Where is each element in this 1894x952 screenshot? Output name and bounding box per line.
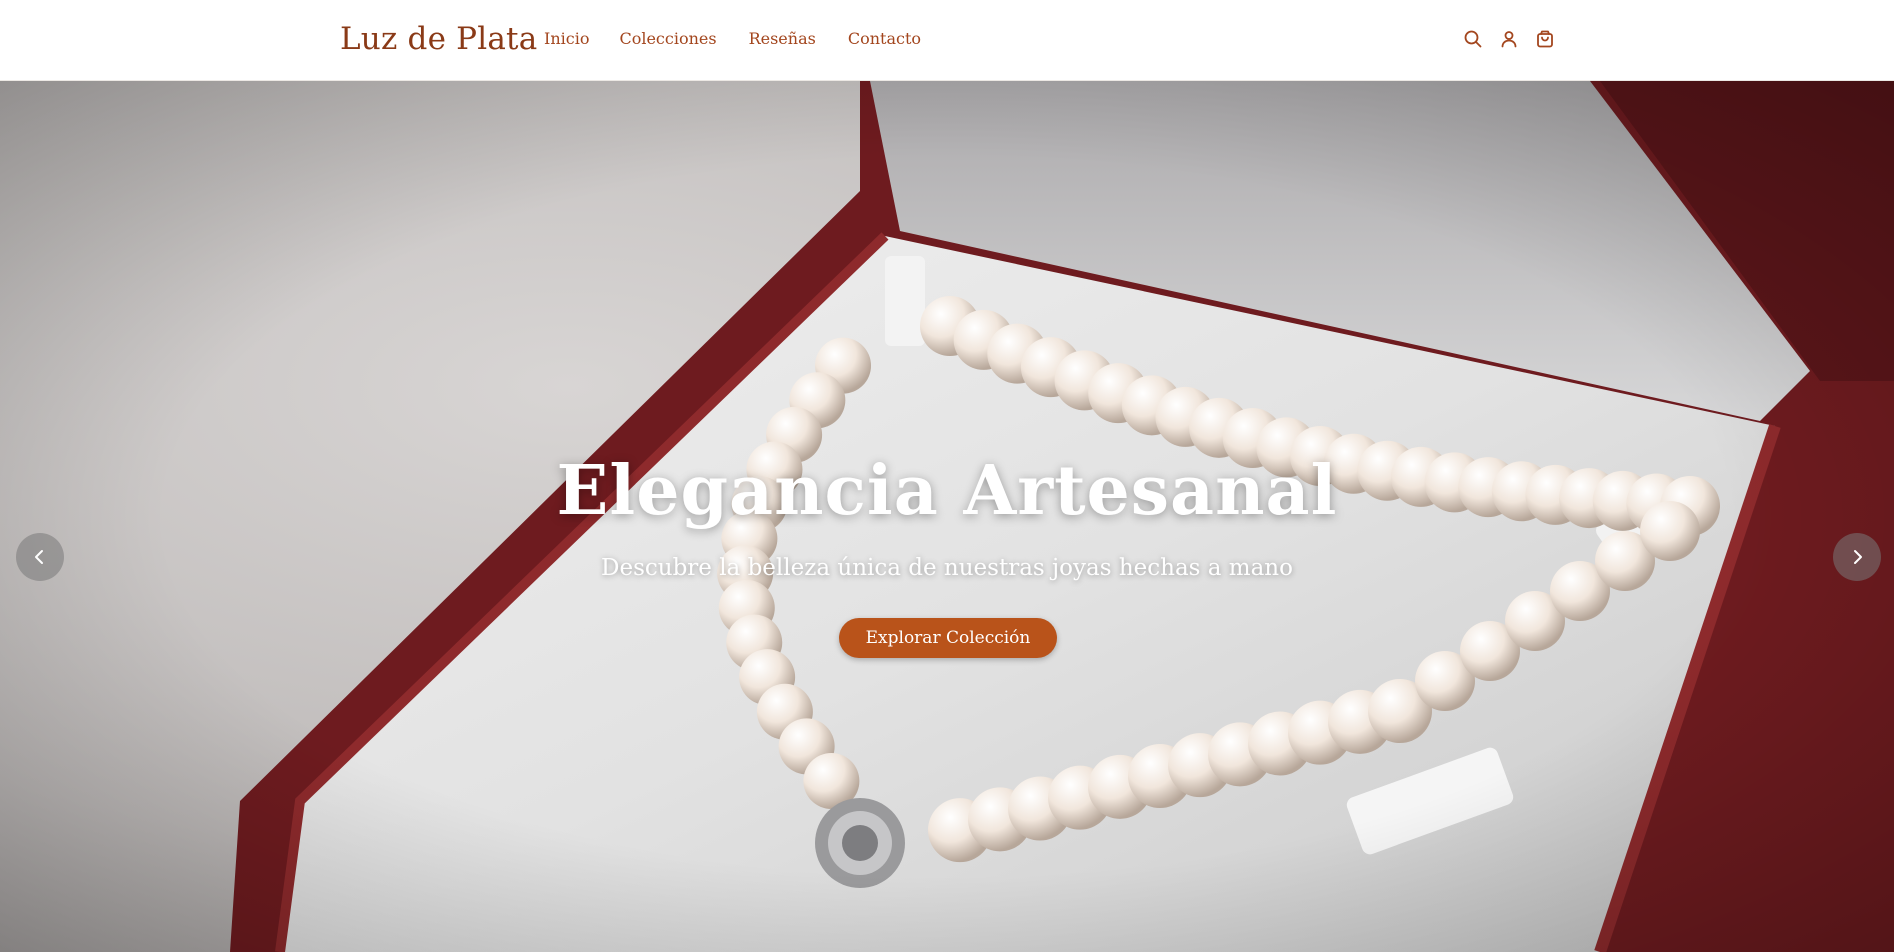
main-nav: Inicio Colecciones Reseñas Contacto (544, 28, 921, 50)
brand-logo[interactable]: Luz de Plata (340, 19, 537, 59)
explore-collection-button[interactable]: Explorar Colección (839, 618, 1057, 658)
cart-icon[interactable] (1535, 29, 1555, 49)
nav-link-colecciones[interactable]: Colecciones (619, 28, 716, 50)
nav-link-resenas[interactable]: Reseñas (749, 28, 816, 50)
nav-link-inicio[interactable]: Inicio (544, 28, 589, 50)
header-actions (1463, 29, 1555, 49)
carousel-prev-button[interactable] (16, 533, 64, 581)
search-icon[interactable] (1463, 29, 1483, 49)
carousel-next-button[interactable] (1833, 533, 1881, 581)
hero-carousel: Elegancia Artesanal Descubre la belleza … (0, 81, 1894, 952)
user-icon[interactable] (1499, 29, 1519, 49)
site-header: Luz de Plata Inicio Colecciones Reseñas … (0, 0, 1894, 81)
chevron-left-icon (35, 550, 43, 564)
hero-subtitle: Descubre la belleza única de nuestras jo… (601, 555, 1293, 581)
chevron-right-icon (1854, 550, 1862, 564)
hero-title: Elegancia Artesanal (556, 451, 1338, 531)
nav-link-contacto[interactable]: Contacto (848, 28, 921, 50)
